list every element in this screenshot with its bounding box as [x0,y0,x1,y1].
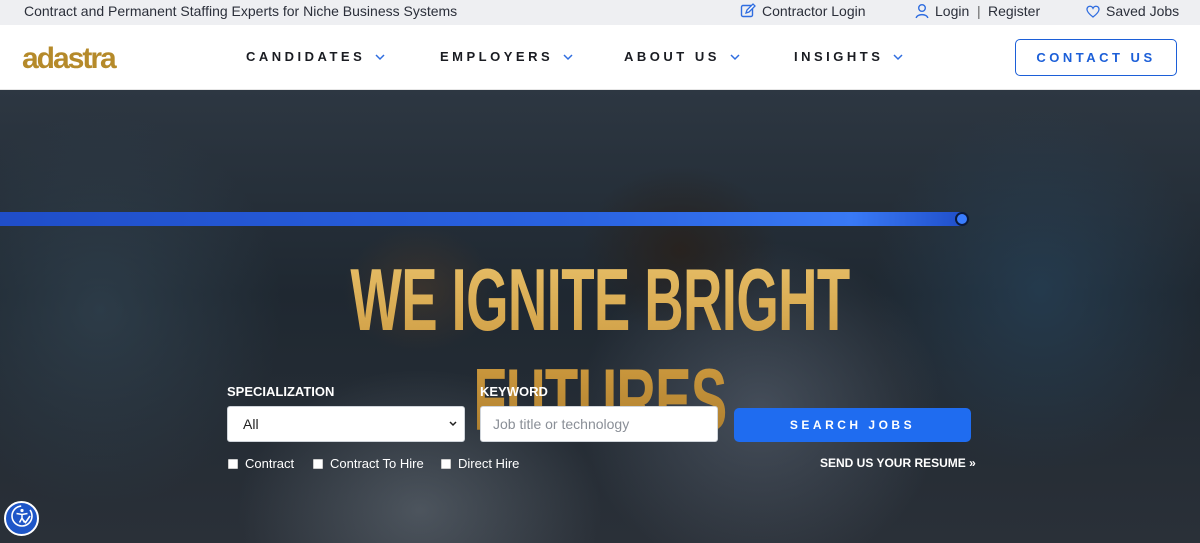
contract-to-hire-checkbox-label: Contract To Hire [330,456,424,471]
specialization-value: All [243,416,259,432]
contract-checkbox[interactable]: Contract [228,456,294,471]
login-register-separator: | [977,3,981,19]
keyword-label: KEYWORD [480,384,548,399]
streak-end-dot [955,212,969,226]
keyword-input[interactable] [480,406,718,442]
hero-section: WE IGNITE BRIGHT FUTURES SPECIALIZATION … [0,90,1200,543]
blue-light-streak [0,212,968,226]
specialization-label: SPECIALIZATION [227,384,335,399]
main-navigation: adastra CANDIDATES EMPLOYERS ABOUT US IN… [0,25,1200,90]
chevron-down-icon [448,417,458,434]
chevron-down-icon [375,49,385,64]
site-tagline: Contract and Permanent Staffing Experts … [24,3,458,19]
saved-jobs-link[interactable]: Saved Jobs [1086,3,1179,19]
user-icon [915,3,929,19]
nav-candidates-label: CANDIDATES [246,49,366,64]
nav-about-us[interactable]: ABOUT US [624,49,740,64]
contractor-login-link[interactable]: Contractor Login [740,3,866,19]
nav-insights-label: INSIGHTS [794,49,884,64]
nav-candidates[interactable]: CANDIDATES [246,49,385,64]
direct-hire-checkbox[interactable]: Direct Hire [441,456,519,471]
send-resume-link[interactable]: SEND US YOUR RESUME » [820,456,976,470]
chevron-down-icon [563,49,573,64]
chevron-down-icon [893,49,903,64]
contract-checkbox-label: Contract [245,456,295,471]
edit-icon [740,3,756,19]
nav-insights[interactable]: INSIGHTS [794,49,903,64]
direct-hire-checkbox-label: Direct Hire [458,456,520,471]
saved-jobs-label: Saved Jobs [1106,3,1180,19]
checkbox-box[interactable] [228,458,238,469]
checkbox-box[interactable] [313,458,323,469]
checkbox-box[interactable] [441,458,451,469]
register-link[interactable]: Register [988,3,1040,19]
contractor-login-label: Contractor Login [762,3,866,19]
login-label: Login [935,3,970,19]
chevron-down-icon [730,49,740,64]
search-jobs-button[interactable]: SEARCH JOBS [734,408,971,442]
top-utility-bar: Contract and Permanent Staffing Experts … [0,0,1200,25]
login-link[interactable]: Login [915,3,969,19]
contact-us-button[interactable]: CONTACT US [1015,39,1177,76]
contract-to-hire-checkbox[interactable]: Contract To Hire [313,456,424,471]
accessibility-button[interactable] [4,501,39,536]
nav-employers[interactable]: EMPLOYERS [440,49,573,64]
site-logo[interactable]: adastra [22,42,117,76]
specialization-select[interactable]: All [227,406,465,442]
nav-employers-label: EMPLOYERS [440,49,554,64]
heart-icon [1086,5,1100,18]
accessibility-icon [10,504,34,533]
nav-about-us-label: ABOUT US [624,49,720,64]
